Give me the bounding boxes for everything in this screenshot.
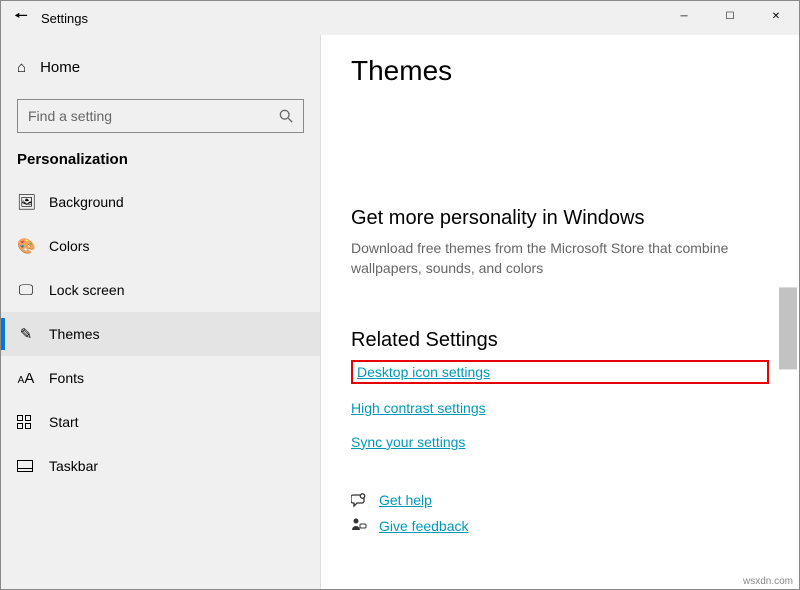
watermark: wsxdn.com xyxy=(743,576,793,587)
lockscreen-icon: 🖵 xyxy=(17,282,35,299)
colors-icon: 🎨 xyxy=(17,237,35,255)
nav-fonts[interactable]: AA Fonts xyxy=(1,356,320,400)
nav-background[interactable]: 🖼 Background xyxy=(1,180,320,224)
page-title: Themes xyxy=(351,55,769,87)
back-button[interactable]: 🠔 xyxy=(7,5,35,32)
nav-label: Themes xyxy=(49,326,100,342)
nav-label: Lock screen xyxy=(49,282,124,298)
background-icon: 🖼 xyxy=(17,193,35,211)
themes-icon: ✎ xyxy=(17,325,35,343)
related-heading: Related Settings xyxy=(351,329,769,352)
scrollbar-thumb[interactable] xyxy=(779,287,797,369)
fonts-icon: AA xyxy=(17,370,35,387)
link-desktop-icon-settings[interactable]: Desktop icon settings xyxy=(357,364,490,380)
feedback-icon xyxy=(351,518,369,534)
nav-taskbar[interactable]: Taskbar xyxy=(1,444,320,488)
more-text: Download free themes from the Microsoft … xyxy=(351,238,751,279)
more-heading: Get more personality in Windows xyxy=(351,207,769,230)
link-get-help[interactable]: Get help xyxy=(379,492,432,508)
search-icon xyxy=(279,109,293,123)
link-give-feedback[interactable]: Give feedback xyxy=(379,518,469,534)
start-icon xyxy=(17,415,35,429)
nav-themes[interactable]: ✎ Themes xyxy=(1,312,320,356)
search-placeholder: Find a setting xyxy=(28,108,112,124)
give-feedback-row[interactable]: Give feedback xyxy=(351,518,769,534)
maximize-button[interactable]: ☐ xyxy=(707,1,753,31)
nav-label: Start xyxy=(49,414,79,430)
search-input[interactable]: Find a setting xyxy=(17,99,304,133)
link-sync-settings[interactable]: Sync your settings xyxy=(351,434,465,450)
get-help-row[interactable]: Get help xyxy=(351,492,769,508)
help-icon xyxy=(351,492,369,508)
nav-lockscreen[interactable]: 🖵 Lock screen xyxy=(1,268,320,312)
nav-label: Background xyxy=(49,194,124,210)
home-icon: ⌂ xyxy=(17,59,26,76)
nav-label: Taskbar xyxy=(49,458,98,474)
content: Themes Get more personality in Windows D… xyxy=(321,35,799,589)
nav-label: Fonts xyxy=(49,370,84,386)
home-label: Home xyxy=(40,59,80,76)
sidebar: ⌂ Home Find a setting Personalization 🖼 … xyxy=(1,35,321,589)
sidebar-home[interactable]: ⌂ Home xyxy=(1,47,320,87)
highlight-box: Desktop icon settings xyxy=(351,360,769,384)
nav-colors[interactable]: 🎨 Colors xyxy=(1,224,320,268)
nav-label: Colors xyxy=(49,238,89,254)
close-button[interactable]: ✕ xyxy=(753,1,799,31)
link-high-contrast[interactable]: High contrast settings xyxy=(351,400,486,416)
taskbar-icon xyxy=(17,460,35,472)
window-title: Settings xyxy=(41,11,88,26)
minimize-button[interactable]: ─ xyxy=(661,1,707,31)
category-label: Personalization xyxy=(1,149,320,180)
nav-start[interactable]: Start xyxy=(1,400,320,444)
